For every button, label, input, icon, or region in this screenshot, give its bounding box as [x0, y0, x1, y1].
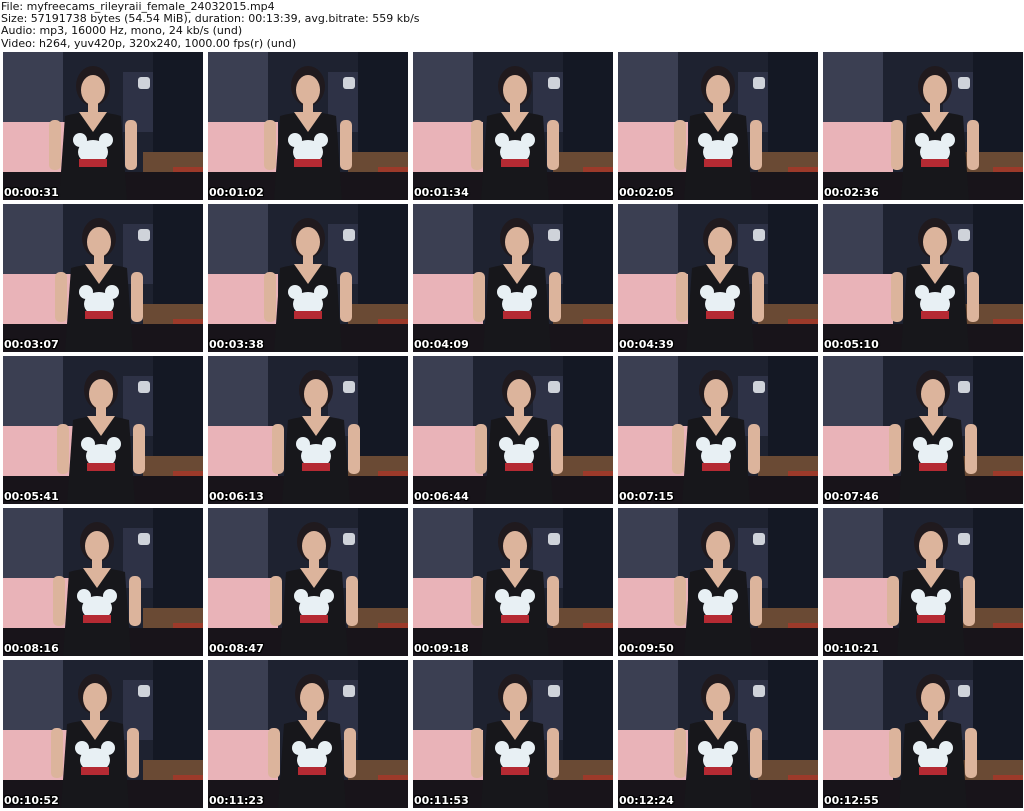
video-frame-thumbnail: 00:12:24	[618, 660, 818, 808]
video-frame-thumbnail: 00:10:21	[823, 508, 1023, 656]
video-frame-image	[823, 52, 1023, 200]
frame-timestamp: 00:01:34	[414, 186, 469, 199]
frame-timestamp: 00:03:38	[209, 338, 264, 351]
video-frame-image	[823, 660, 1023, 808]
frame-timestamp: 00:07:46	[824, 490, 879, 503]
frame-timestamp: 00:08:47	[209, 642, 264, 655]
video-frame-thumbnail: 00:10:52	[3, 660, 203, 808]
video-frame-thumbnail: 00:07:15	[618, 356, 818, 504]
video-frame-thumbnail: 00:02:05	[618, 52, 818, 200]
video-frame-image	[618, 204, 818, 352]
video-frame-image	[208, 204, 408, 352]
video-frame-image	[208, 52, 408, 200]
frame-timestamp: 00:12:55	[824, 794, 879, 807]
video-frame-thumbnail: 00:07:46	[823, 356, 1023, 504]
video-frame-image	[208, 508, 408, 656]
video-frame-thumbnail: 00:09:50	[618, 508, 818, 656]
audio-info-line: Audio: mp3, 16000 Hz, mono, 24 kb/s (und…	[1, 24, 243, 38]
video-frame-image	[413, 356, 613, 504]
video-frame-image	[208, 660, 408, 808]
video-frame-thumbnail: 00:09:18	[413, 508, 613, 656]
frame-timestamp: 00:05:41	[4, 490, 59, 503]
video-frame-thumbnail: 00:08:47	[208, 508, 408, 656]
video-frame-thumbnail: 00:05:10	[823, 204, 1023, 352]
frame-timestamp: 00:11:23	[209, 794, 264, 807]
video-frame-image	[618, 508, 818, 656]
thumbnail-grid: 00:00:31 00:01:02 00:01:34 00:02:05 00:02:36…	[3, 52, 1023, 810]
frame-timestamp: 00:10:52	[4, 794, 59, 807]
video-frame-image	[823, 204, 1023, 352]
video-frame-image	[3, 356, 203, 504]
frame-timestamp: 00:01:02	[209, 186, 264, 199]
frame-timestamp: 00:04:39	[619, 338, 674, 351]
frame-timestamp: 00:02:05	[619, 186, 674, 199]
video-frame-image	[413, 52, 613, 200]
frame-timestamp: 00:06:44	[414, 490, 469, 503]
frame-timestamp: 00:11:53	[414, 794, 469, 807]
frame-timestamp: 00:00:31	[4, 186, 59, 199]
frame-timestamp: 00:02:36	[824, 186, 879, 199]
frame-timestamp: 00:06:13	[209, 490, 264, 503]
video-frame-thumbnail: 00:06:13	[208, 356, 408, 504]
frame-timestamp: 00:10:21	[824, 642, 879, 655]
video-frame-image	[618, 356, 818, 504]
video-frame-image	[3, 52, 203, 200]
video-frame-image	[823, 508, 1023, 656]
video-frame-image	[413, 508, 613, 656]
video-frame-image	[413, 204, 613, 352]
video-info-line: Video: h264, yuv420p, 320x240, 1000.00 f…	[1, 36, 297, 50]
frame-timestamp: 00:04:09	[414, 338, 469, 351]
video-frame-image	[3, 508, 203, 656]
video-frame-thumbnail: 00:01:34	[413, 52, 613, 200]
video-frame-thumbnail: 00:03:07	[3, 204, 203, 352]
video-frame-thumbnail: 00:08:16	[3, 508, 203, 656]
video-frame-image	[618, 52, 818, 200]
video-frame-image	[3, 660, 203, 808]
video-frame-image	[413, 660, 613, 808]
video-frame-image	[823, 356, 1023, 504]
video-frame-thumbnail: 00:04:39	[618, 204, 818, 352]
video-frame-image	[208, 356, 408, 504]
video-frame-image	[3, 204, 203, 352]
video-frame-thumbnail: 00:02:36	[823, 52, 1023, 200]
video-frame-thumbnail: 00:06:44	[413, 356, 613, 504]
video-frame-image	[618, 660, 818, 808]
frame-timestamp: 00:09:50	[619, 642, 674, 655]
video-frame-thumbnail: 00:01:02	[208, 52, 408, 200]
frame-timestamp: 00:09:18	[414, 642, 469, 655]
frame-timestamp: 00:03:07	[4, 338, 59, 351]
video-frame-thumbnail: 00:05:41	[3, 356, 203, 504]
video-frame-thumbnail: 00:04:09	[413, 204, 613, 352]
frame-timestamp: 00:12:24	[619, 794, 674, 807]
video-frame-thumbnail: 00:11:53	[413, 660, 613, 808]
video-frame-thumbnail: 00:00:31	[3, 52, 203, 200]
video-frame-thumbnail: 00:12:55	[823, 660, 1023, 808]
file-info-header: File: myfreecams_rileyraii_female_240320…	[0, 0, 1024, 50]
frame-timestamp: 00:07:15	[619, 490, 674, 503]
frame-timestamp: 00:05:10	[824, 338, 879, 351]
video-frame-thumbnail: 00:03:38	[208, 204, 408, 352]
video-frame-thumbnail: 00:11:23	[208, 660, 408, 808]
frame-timestamp: 00:08:16	[4, 642, 59, 655]
